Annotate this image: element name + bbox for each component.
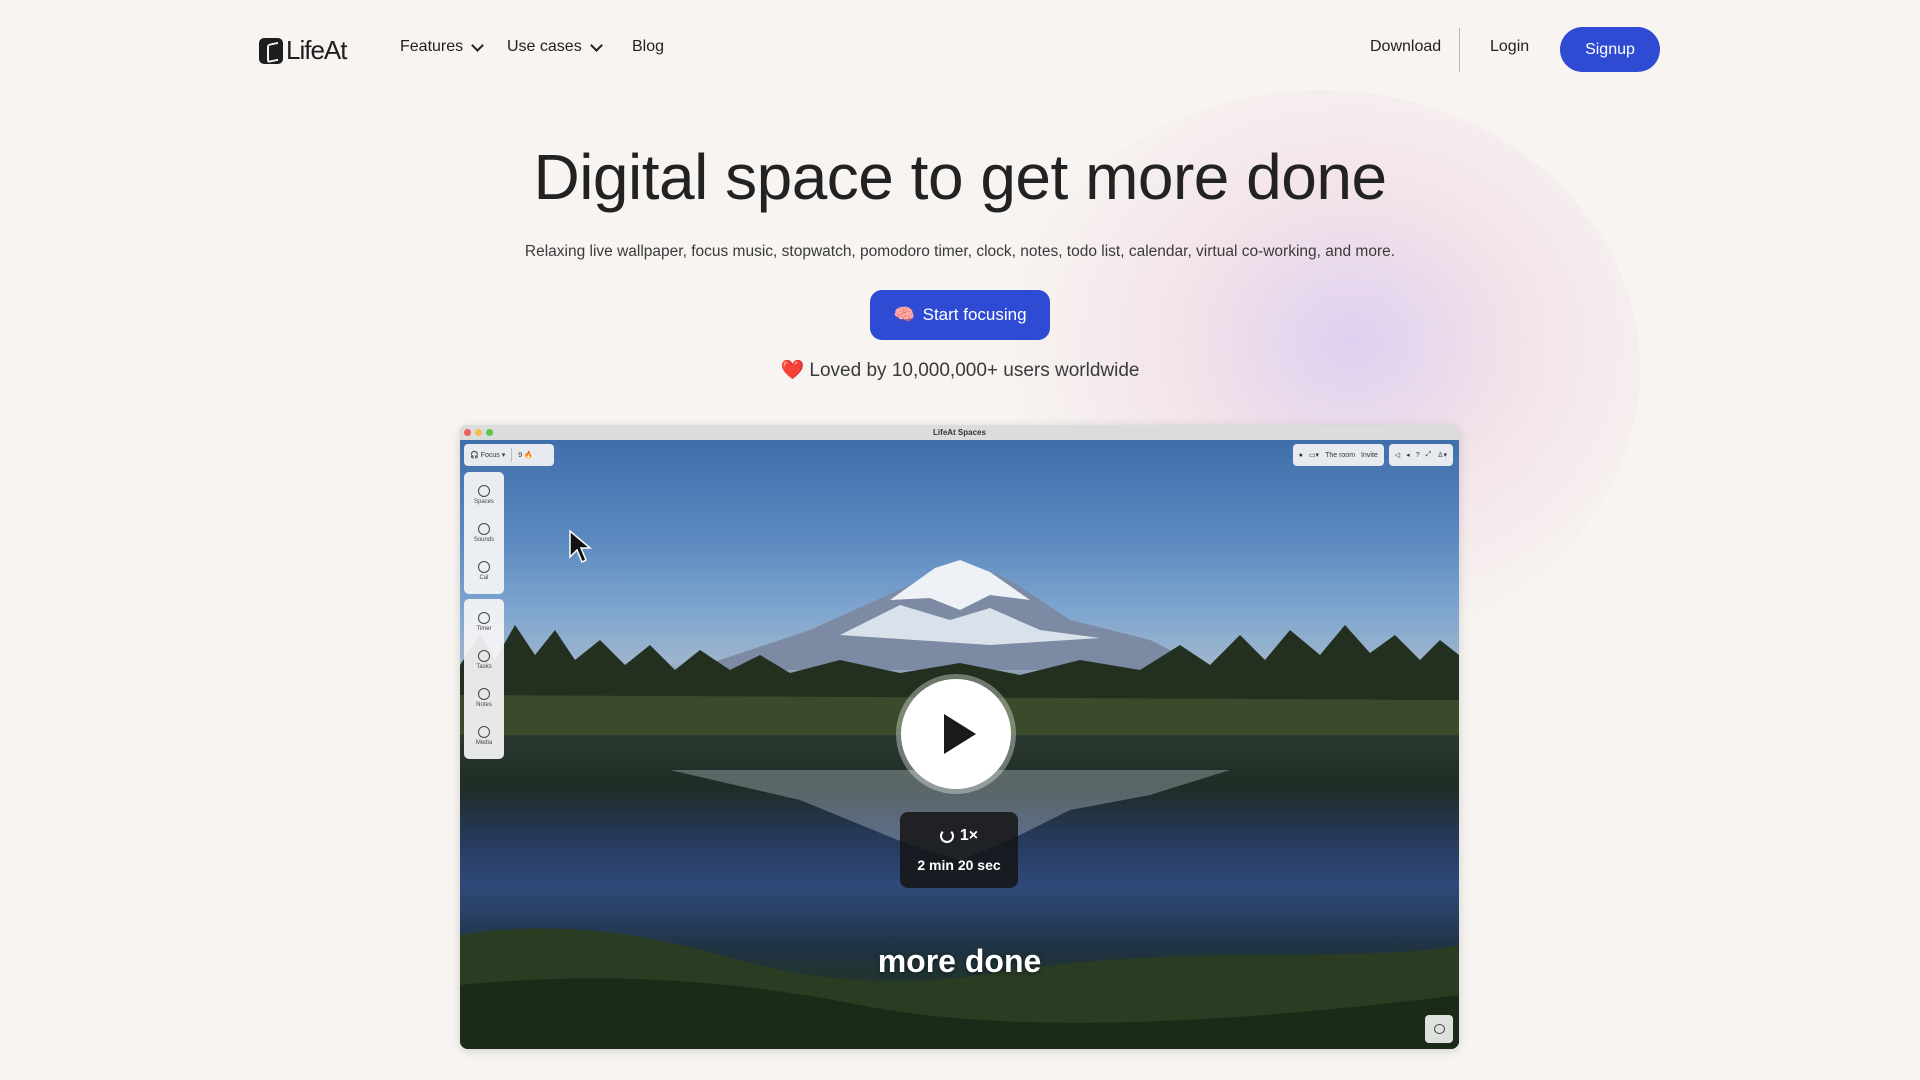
sidebar-item-notes[interactable]: Notes xyxy=(464,679,504,717)
sidebar-item-sounds[interactable]: Sounds xyxy=(464,514,504,552)
nav-blog[interactable]: Blog xyxy=(632,38,664,56)
nav-features-label: Features xyxy=(400,38,464,55)
nav-login-label: Login xyxy=(1490,38,1530,55)
sidebar-item-tasks[interactable]: Tasks xyxy=(464,641,504,679)
sidebar-item-cal[interactable]: Cal xyxy=(464,552,504,590)
sidebar-item-timer[interactable]: Timer xyxy=(464,603,504,641)
video-duration: 2 min 20 sec xyxy=(917,857,1001,873)
camera-icon[interactable]: ▭▾ xyxy=(1309,451,1319,459)
mouse-cursor-icon xyxy=(569,529,592,564)
globe-icon xyxy=(478,485,490,497)
chat-button[interactable] xyxy=(1425,1015,1453,1043)
signup-button[interactable]: Signup xyxy=(1560,27,1660,72)
nav-login[interactable]: Login xyxy=(1490,38,1529,56)
close-dot xyxy=(464,429,471,436)
focus-label: Focus xyxy=(480,451,500,459)
chevron-down-icon xyxy=(471,38,485,52)
fullscreen-icon[interactable]: ⤢ xyxy=(1426,451,1432,459)
minimize-dot xyxy=(475,429,482,436)
hero-title: Digital space to get more done xyxy=(533,141,1387,213)
app-sidebar: Spaces Sounds Cal Timer Tasks Notes Medi… xyxy=(464,472,504,764)
media-icon xyxy=(478,726,490,738)
hero-subtitle: Relaxing live wallpaper, focus music, st… xyxy=(524,243,1396,260)
logo-icon xyxy=(259,37,283,64)
start-focusing-button[interactable]: 🧠 Start focusing xyxy=(870,290,1050,340)
logo-text: LifeAt xyxy=(286,35,347,65)
video-caption: more done xyxy=(877,943,1042,979)
heart-icon: ❤️ xyxy=(780,360,805,381)
chat-icon xyxy=(1433,1024,1445,1034)
room-toolbar: ● ▭▾ The room Invite ◁ ◂ ? ⤢ ♙▾ xyxy=(1292,444,1453,466)
chevron-down-icon: ▾ xyxy=(501,452,506,459)
help-icon[interactable]: ? xyxy=(1416,452,1420,459)
chevron-down-icon xyxy=(589,38,603,52)
speed-icon xyxy=(939,829,954,843)
clock-icon xyxy=(478,612,490,624)
invite-button[interactable]: Invite xyxy=(1361,452,1378,459)
playback-speed: 1× xyxy=(959,827,979,844)
play-icon xyxy=(944,714,976,754)
sidebar-item-media[interactable]: Media xyxy=(464,717,504,755)
maximize-dot xyxy=(486,429,493,436)
utility-controls: ◁ ◂ ? ⤢ ♙▾ xyxy=(1388,444,1453,466)
volume-icon[interactable]: ◁ xyxy=(1395,451,1400,459)
nav-download-label: Download xyxy=(1370,38,1442,55)
window-titlebar: LifeAt Spaces xyxy=(460,425,1459,440)
room-controls: ● ▭▾ The room Invite xyxy=(1292,444,1384,466)
calendar-icon xyxy=(478,561,490,573)
window-title: LifeAt Spaces xyxy=(933,428,986,437)
nav-features[interactable]: Features xyxy=(400,38,485,56)
avatar[interactable]: ● xyxy=(1299,452,1303,459)
room-dropdown[interactable]: The room xyxy=(1325,452,1355,459)
focus-dropdown[interactable]: 🎧 Focus ▾ xyxy=(464,444,511,466)
top-nav: LifeAt Features Use cases Blog Download … xyxy=(0,0,1920,100)
demo-video[interactable]: LifeAt Spaces 🎧 Focus ▾ 9 🔥 ● ▭▾ The roo… xyxy=(460,425,1459,1049)
profile-icon[interactable]: ♙▾ xyxy=(1437,451,1447,459)
nav-use-cases[interactable]: Use cases xyxy=(507,38,603,56)
headphones-icon: 🎧 xyxy=(470,452,479,459)
speaker-icon[interactable]: ◂ xyxy=(1406,451,1410,459)
streak-counter[interactable]: 9 🔥 xyxy=(512,444,539,466)
note-icon xyxy=(478,688,490,700)
brain-icon: 🧠 xyxy=(893,305,915,324)
playback-info[interactable]: 1× 2 min 20 sec xyxy=(900,812,1018,888)
nav-download[interactable]: Download xyxy=(1370,38,1441,56)
start-focusing-label: Start focusing xyxy=(922,305,1027,324)
sidebar-item-spaces[interactable]: Spaces xyxy=(464,476,504,514)
nav-divider xyxy=(1459,28,1460,72)
logo[interactable]: LifeAt xyxy=(259,35,347,66)
play-button[interactable] xyxy=(901,679,1011,789)
nav-use-cases-label: Use cases xyxy=(507,38,582,55)
pencil-icon xyxy=(478,650,490,662)
sliders-icon xyxy=(478,523,490,535)
social-proof-text: Loved by 10,000,000+ users worldwide xyxy=(809,360,1140,381)
focus-toolbar: 🎧 Focus ▾ 9 🔥 xyxy=(464,444,554,466)
social-proof: ❤️ Loved by 10,000,000+ users worldwide xyxy=(0,358,1920,382)
nav-blog-label: Blog xyxy=(632,38,665,55)
